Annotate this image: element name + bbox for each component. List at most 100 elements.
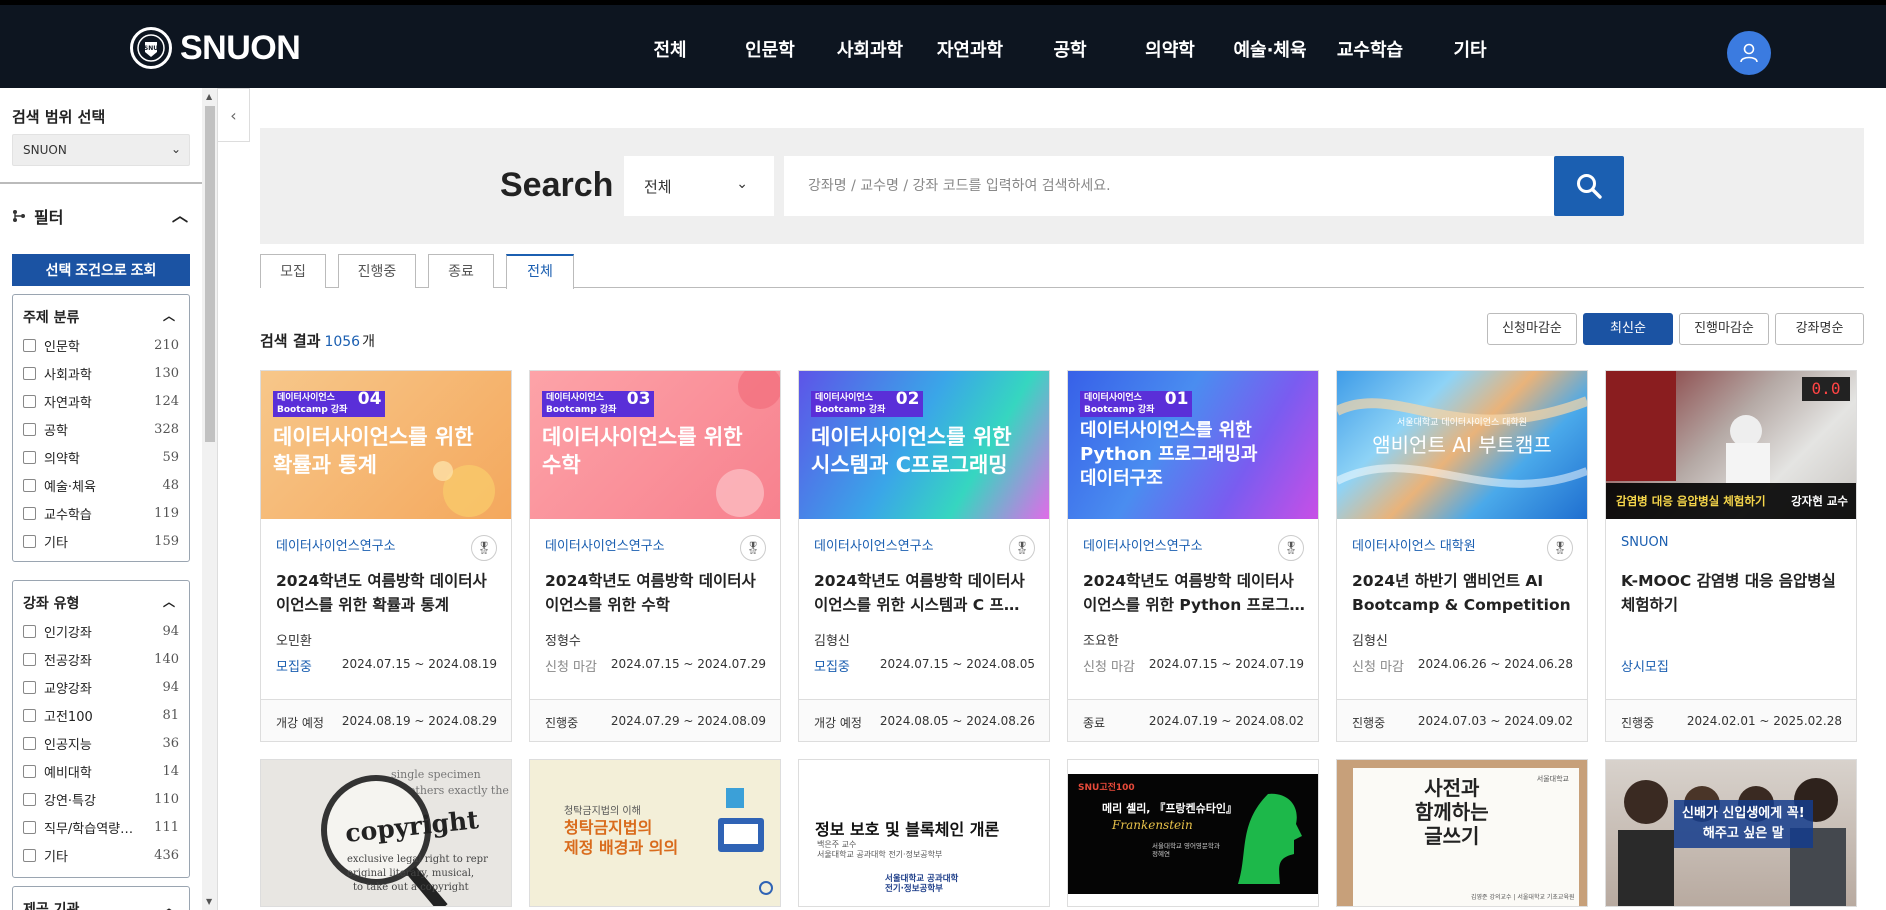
course-card[interactable]: 데이터사이언스 Bootcamp 강좌 02 데이터사이언스를 위한 시스템과 C…: [798, 370, 1050, 742]
nav-engineering[interactable]: 공학: [1020, 36, 1120, 62]
tab-ended[interactable]: 종료: [428, 254, 494, 288]
course-thumbnail: 서울대학교 데이터사이언스 대학원 앰비언트 AI 부트캠프: [1337, 371, 1587, 519]
filter-option[interactable]: 직무/학습역량… 111: [13, 813, 189, 841]
nav-natural-science[interactable]: 자연과학: [920, 36, 1020, 62]
course-card[interactable]: 서울대학교 데이터사이언스 대학원 앰비언트 AI 부트캠프 데이터사이언스 대…: [1336, 370, 1588, 742]
chevron-up-icon[interactable]: ︿: [172, 202, 188, 226]
filter-option[interactable]: 기타 159: [13, 527, 189, 555]
course-card-thumbnail[interactable]: 신배가 신입생에게 꼭! 해주고 싶은 말: [1605, 759, 1857, 907]
checkbox[interactable]: [23, 478, 36, 492]
filter-option[interactable]: 의약학 59: [13, 443, 189, 471]
nav-medicine[interactable]: 의약학: [1120, 36, 1220, 62]
filter-option[interactable]: 교수학습 119: [13, 499, 189, 527]
site-logo[interactable]: SNU SNUON: [130, 27, 301, 69]
scroll-up-icon[interactable]: ▲: [206, 92, 212, 101]
collapse-sidebar-button[interactable]: ‹: [218, 88, 250, 142]
user-menu-button[interactable]: [1727, 31, 1771, 75]
svg-text:SNU: SNU: [144, 45, 158, 52]
filter-option[interactable]: 인문학 210: [13, 331, 189, 359]
scope-select[interactable]: SNUON ⌄: [12, 134, 190, 166]
course-card-thumbnail[interactable]: 청탁금지법의 이해 청탁금지법의 제정 배경과 의의: [529, 759, 781, 907]
nav-etc[interactable]: 기타: [1420, 36, 1520, 62]
search-input[interactable]: [784, 156, 1554, 216]
subject-filter-title[interactable]: 주제 분류 ︿: [13, 295, 189, 331]
checkbox[interactable]: [23, 534, 36, 548]
filter-option[interactable]: 고전100 81: [13, 701, 189, 729]
sort-course-deadline-button[interactable]: 진행마감순: [1679, 313, 1769, 345]
course-type-filter-title[interactable]: 강좌 유형 ︿: [13, 581, 189, 617]
thumbnail-title: 사전과 함께하는 글쓰기: [1415, 776, 1489, 848]
filter-option[interactable]: 자연과학 124: [13, 387, 189, 415]
apply-filter-button[interactable]: 선택 조건으로 조회: [12, 254, 190, 286]
card-title[interactable]: 2024년 하반기 앰비언트 AI Bootcamp & Competition: [1352, 569, 1575, 617]
course-card-thumbnail[interactable]: 서울대학교 사전과 함께하는 글쓰기 김영준 강의교수 | 서울대학교 기초교육…: [1336, 759, 1588, 907]
tab-in-progress[interactable]: 진행중: [338, 254, 416, 288]
sort-apply-deadline-button[interactable]: 신청마감순: [1487, 313, 1577, 345]
filter-header[interactable]: 필터 ︿: [12, 204, 192, 228]
course-card[interactable]: 데이터사이언스 Bootcamp 강좌 01 데이터사이언스를 위한 Python…: [1067, 370, 1319, 742]
course-card-thumbnail[interactable]: 정보 보호 및 블록체인 개론 백은주 교수 서울대학교 공과대학 전기·정보공…: [798, 759, 1050, 907]
card-title[interactable]: 2024학년도 여름방학 데이터사이언스를 위한 시스템과 C 프…: [814, 569, 1037, 617]
thumbnail-title: 정보 보호 및 블록체인 개론: [815, 820, 1000, 839]
nav-arts-sports[interactable]: 예술·체육: [1220, 36, 1320, 62]
checkbox[interactable]: [23, 394, 36, 408]
checkbox[interactable]: [23, 652, 36, 666]
checkbox[interactable]: [23, 506, 36, 520]
filter-option[interactable]: 사회과학 130: [13, 359, 189, 387]
course-dates: 2024.02.01 ~ 2025.02.28: [1686, 714, 1842, 728]
bootcamp-badge: 데이터사이언스 Bootcamp 강좌 01: [1080, 391, 1193, 417]
provider-filter-title[interactable]: 제공 기관 ︿: [13, 887, 189, 910]
course-card-thumbnail[interactable]: single specimen many others exactly the …: [260, 759, 512, 907]
course-card[interactable]: 0.0 감염병 대응 음압병실 체험하기 강자현 교수 SNUON K-MOOC…: [1605, 370, 1857, 742]
card-title[interactable]: 2024학년도 여름방학 데이터사이언스를 위한 수학: [545, 569, 768, 617]
card-apply-status: 모집중: [814, 660, 850, 675]
filter-option[interactable]: 예술·체육 48: [13, 471, 189, 499]
checkbox[interactable]: [23, 366, 36, 380]
sort-name-button[interactable]: 강좌명순: [1775, 313, 1864, 345]
checkbox[interactable]: [23, 848, 36, 862]
search-category-select[interactable]: 전체 ⌄: [624, 156, 774, 216]
sort-latest-button[interactable]: 최신순: [1583, 313, 1673, 345]
checkbox[interactable]: [23, 450, 36, 464]
course-thumbnail: 데이터사이언스 Bootcamp 강좌 04 데이터사이언스를 위한 확률과 통계: [261, 371, 511, 519]
filter-option[interactable]: 인기강좌 94: [13, 617, 189, 645]
nav-teaching[interactable]: 교수학습: [1320, 36, 1420, 62]
filter-option[interactable]: 인공지능 36: [13, 729, 189, 757]
nav-all[interactable]: 전체: [620, 36, 720, 62]
scroll-thumb[interactable]: [205, 106, 215, 442]
card-footer: 종료 2024.07.19 ~ 2024.08.02: [1068, 699, 1318, 741]
search-button[interactable]: [1554, 156, 1624, 216]
checkbox[interactable]: [23, 680, 36, 694]
tab-recruiting[interactable]: 모집: [260, 254, 326, 288]
checkbox[interactable]: [23, 764, 36, 778]
card-title[interactable]: 2024학년도 여름방학 데이터사이언스를 위한 확률과 통계: [276, 569, 499, 617]
filter-option[interactable]: 예비대학 14: [13, 757, 189, 785]
filter-option[interactable]: 강연·특강 110: [13, 785, 189, 813]
checkbox[interactable]: [23, 820, 36, 834]
university-emblem-icon: SNU: [130, 27, 172, 69]
card-footer: 진행중 2024.07.29 ~ 2024.08.09: [530, 699, 780, 741]
card-title[interactable]: 2024학년도 여름방학 데이터사이언스를 위한 Python 프로그…: [1083, 569, 1306, 617]
card-title[interactable]: K-MOOC 감염병 대응 음압병실 체험하기: [1621, 569, 1844, 617]
nav-humanities[interactable]: 인문학: [720, 36, 820, 62]
thumbnail-title: 신배가 신입생에게 꼭! 해주고 싶은 말: [1674, 800, 1813, 848]
checkbox[interactable]: [23, 792, 36, 806]
filter-option[interactable]: 교양강좌 94: [13, 673, 189, 701]
filter-option[interactable]: 기타 436: [13, 841, 189, 869]
sidebar-scrollbar[interactable]: ▲ ▼: [202, 88, 217, 910]
filter-option[interactable]: 공학 328: [13, 415, 189, 443]
checkbox[interactable]: [23, 624, 36, 638]
nav-social-science[interactable]: 사회과학: [820, 36, 920, 62]
provider-filter-box: 제공 기관 ︿: [12, 886, 190, 910]
course-card-thumbnail[interactable]: SNU고전100 메리 셸리, 『프랑켄슈타인』 Frankenstein 서울…: [1067, 759, 1319, 907]
scroll-down-icon[interactable]: ▼: [206, 897, 212, 906]
course-card[interactable]: 데이터사이언스 Bootcamp 강좌 03 데이터사이언스를 위한 수학 데이터…: [529, 370, 781, 742]
tab-all[interactable]: 전체: [506, 254, 574, 289]
course-card[interactable]: 데이터사이언스 Bootcamp 강좌 04 데이터사이언스를 위한 확률과 통계…: [260, 370, 512, 742]
checkbox[interactable]: [23, 708, 36, 722]
checkbox[interactable]: [23, 338, 36, 352]
checkbox[interactable]: [23, 736, 36, 750]
card-apply-status: 모집중: [276, 660, 312, 675]
filter-option[interactable]: 전공강좌 140: [13, 645, 189, 673]
checkbox[interactable]: [23, 422, 36, 436]
